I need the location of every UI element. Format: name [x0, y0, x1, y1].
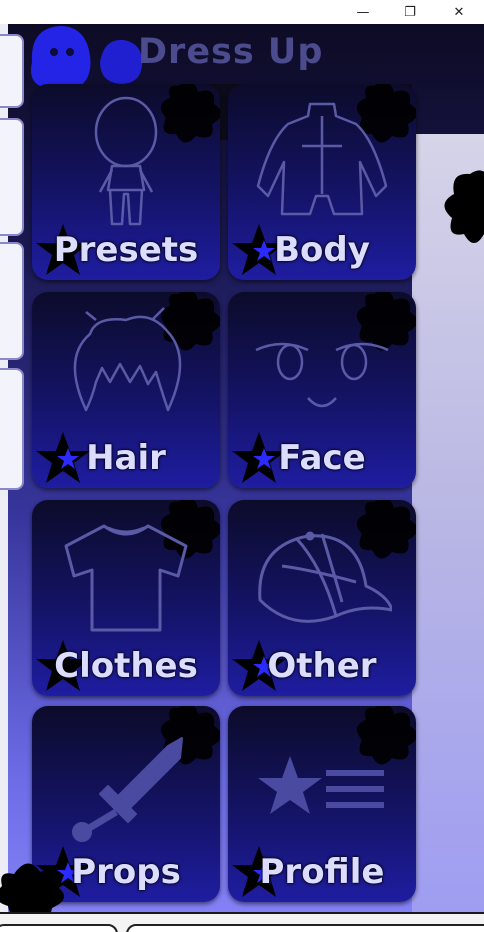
splat-icon [444, 170, 484, 243]
star-list-icon [258, 756, 384, 814]
restore-button[interactable]: ❐ [387, 0, 433, 24]
side-tab[interactable] [0, 242, 24, 360]
side-tab[interactable] [0, 368, 24, 490]
minimize-icon: — [356, 4, 370, 20]
face-icon [255, 342, 389, 408]
hair-label: Hair [86, 438, 166, 478]
sword-icon [72, 737, 183, 842]
side-tab[interactable] [0, 118, 24, 236]
page-title: Dress Up [138, 32, 324, 72]
tshirt-icon [64, 524, 188, 632]
restore-icon: ❐ [404, 4, 416, 20]
profile-label: Profile [259, 852, 385, 892]
game-window: — ❐ ✕ Dress Up Presets Body Hair Face Cl… [0, 0, 484, 932]
window-titlebar: — ❐ ✕ [0, 0, 484, 24]
bottom-bar [0, 912, 484, 932]
cap-icon [258, 531, 392, 623]
bodysuit-icon [256, 102, 388, 216]
chibi-figure-icon [94, 96, 158, 226]
clothes-button[interactable]: Clothes [32, 500, 220, 696]
other-button[interactable]: Other [228, 500, 416, 696]
bottom-tab[interactable] [0, 924, 118, 932]
bottom-tab[interactable] [126, 924, 484, 932]
profile-button[interactable]: Profile [228, 706, 416, 902]
presets-button[interactable]: Presets [32, 84, 220, 280]
minimize-button[interactable]: — [340, 0, 386, 24]
face-button[interactable]: Face [228, 292, 416, 488]
body-button[interactable]: Body [228, 84, 416, 280]
close-icon: ✕ [453, 4, 465, 20]
presets-label: Presets [53, 230, 199, 270]
hair-button[interactable]: Hair [32, 292, 220, 488]
close-button[interactable]: ✕ [436, 0, 482, 24]
body-label: Body [274, 230, 370, 270]
face-label: Face [278, 438, 366, 478]
clothes-label: Clothes [54, 646, 198, 686]
other-label: Other [267, 646, 377, 686]
hair-icon [73, 307, 182, 412]
character-panel [412, 134, 484, 912]
dress-up-scene: Dress Up Presets Body Hair Face Clothes … [0, 24, 484, 912]
splat-icon [0, 863, 64, 912]
